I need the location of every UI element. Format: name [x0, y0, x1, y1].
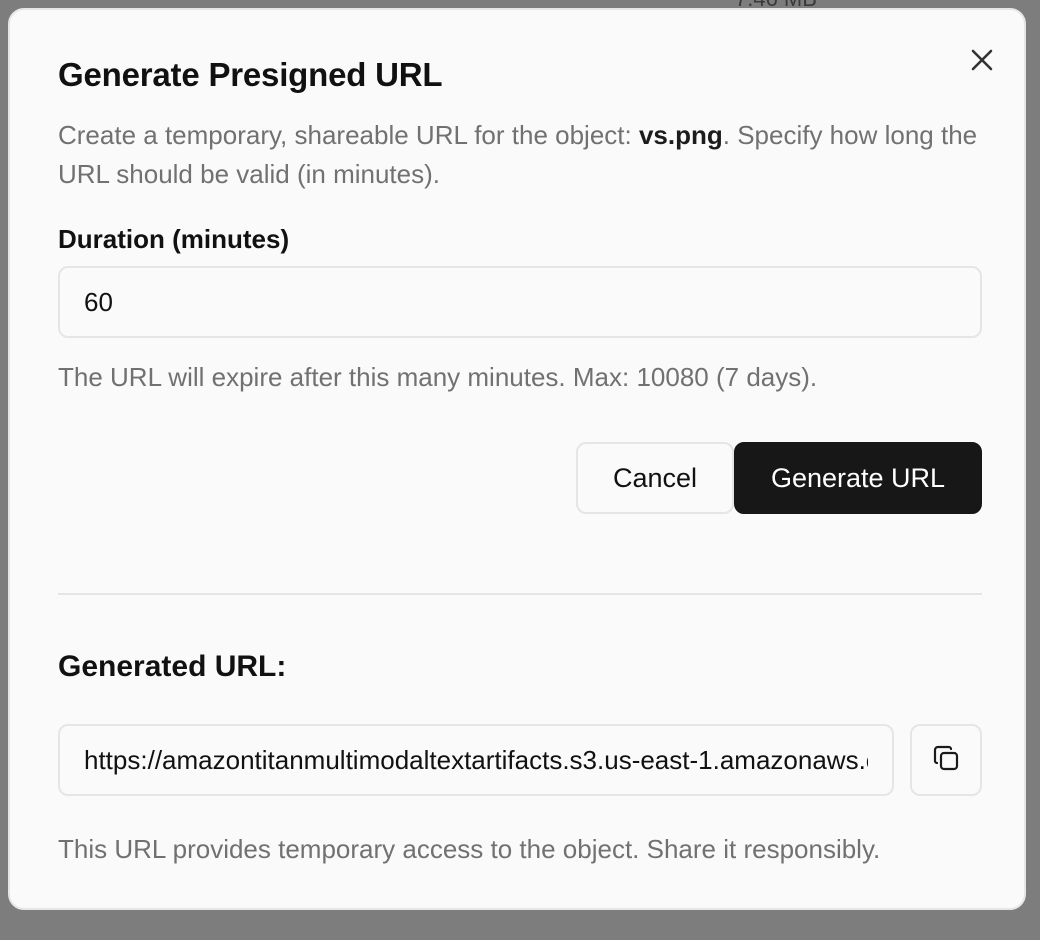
duration-label: Duration (minutes) — [58, 224, 290, 254]
close-icon — [968, 46, 996, 74]
copy-url-button[interactable] — [910, 724, 982, 796]
duration-hint: The URL will expire after this many minu… — [58, 362, 818, 392]
description-text: Create a temporary, shareable URL for th… — [58, 120, 639, 150]
url-hint: This URL provides temporary access to th… — [58, 834, 881, 864]
generated-url-heading: Generated URL: — [58, 650, 287, 683]
dialog-description: Create a temporary, shareable URL for th… — [58, 116, 998, 194]
generated-url-field[interactable] — [58, 724, 894, 796]
dialog-title: Generate Presigned URL — [58, 56, 443, 93]
section-divider — [58, 593, 982, 595]
copy-icon — [930, 742, 962, 779]
cancel-button[interactable]: Cancel — [576, 442, 734, 514]
close-button[interactable] — [968, 46, 996, 74]
duration-input[interactable] — [58, 266, 982, 338]
presigned-url-dialog: Generate Presigned URL Create a temporar… — [8, 8, 1026, 910]
generate-url-button[interactable]: Generate URL — [734, 442, 982, 514]
object-name: vs.png — [638, 120, 723, 150]
